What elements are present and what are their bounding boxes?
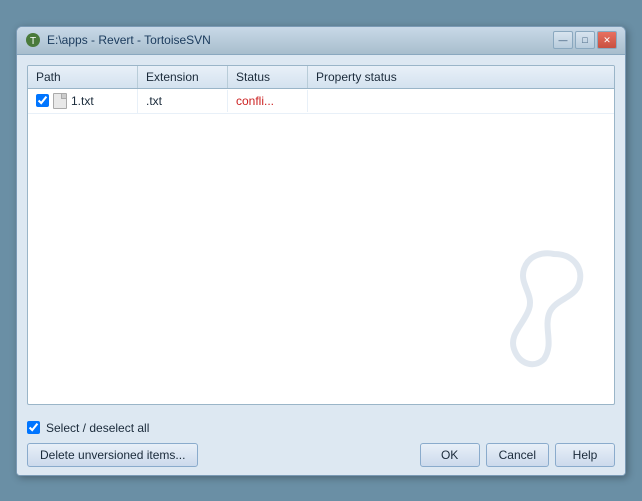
file-cell-path: 1.txt: [28, 89, 138, 113]
help-button[interactable]: Help: [555, 443, 615, 467]
title-bar: T E:\apps - Revert - TortoiseSVN — □ ✕: [17, 27, 625, 55]
col-header-status: Status: [228, 66, 308, 88]
title-controls: — □ ✕: [553, 31, 617, 49]
close-button[interactable]: ✕: [597, 31, 617, 49]
button-row: Delete unversioned items... OK Cancel He…: [27, 443, 615, 467]
col-header-path: Path: [28, 66, 138, 88]
title-bar-left: T E:\apps - Revert - TortoiseSVN: [25, 32, 211, 48]
maximize-button[interactable]: □: [575, 31, 595, 49]
cancel-button[interactable]: Cancel: [486, 443, 549, 467]
watermark: [494, 244, 594, 374]
spacer: [204, 443, 413, 467]
file-name: 1.txt: [71, 94, 94, 108]
bottom-area: Select / deselect all Delete unversioned…: [17, 415, 625, 475]
col-header-extension: Extension: [138, 66, 228, 88]
ok-button[interactable]: OK: [420, 443, 480, 467]
file-cell-status: confli...: [228, 90, 308, 112]
svg-text:T: T: [30, 36, 36, 47]
file-cell-extension: .txt: [138, 90, 228, 112]
select-all-row: Select / deselect all: [27, 421, 615, 435]
col-header-property-status: Property status: [308, 66, 614, 88]
select-all-label: Select / deselect all: [46, 421, 149, 435]
delete-unversioned-button[interactable]: Delete unversioned items...: [27, 443, 198, 467]
select-all-checkbox[interactable]: [27, 421, 40, 434]
file-list-container: Path Extension Status Property status 1.…: [27, 65, 615, 405]
main-window: T E:\apps - Revert - TortoiseSVN — □ ✕ P…: [16, 26, 626, 476]
table-row: 1.txt .txt confli...: [28, 89, 614, 114]
table-header: Path Extension Status Property status: [28, 66, 614, 89]
row-checkbox[interactable]: [36, 94, 49, 107]
file-cell-property-status: [308, 97, 614, 105]
app-icon: T: [25, 32, 41, 48]
content-area: Path Extension Status Property status 1.…: [17, 55, 625, 415]
file-icon: [53, 93, 67, 109]
minimize-button[interactable]: —: [553, 31, 573, 49]
window-title: E:\apps - Revert - TortoiseSVN: [47, 33, 211, 47]
